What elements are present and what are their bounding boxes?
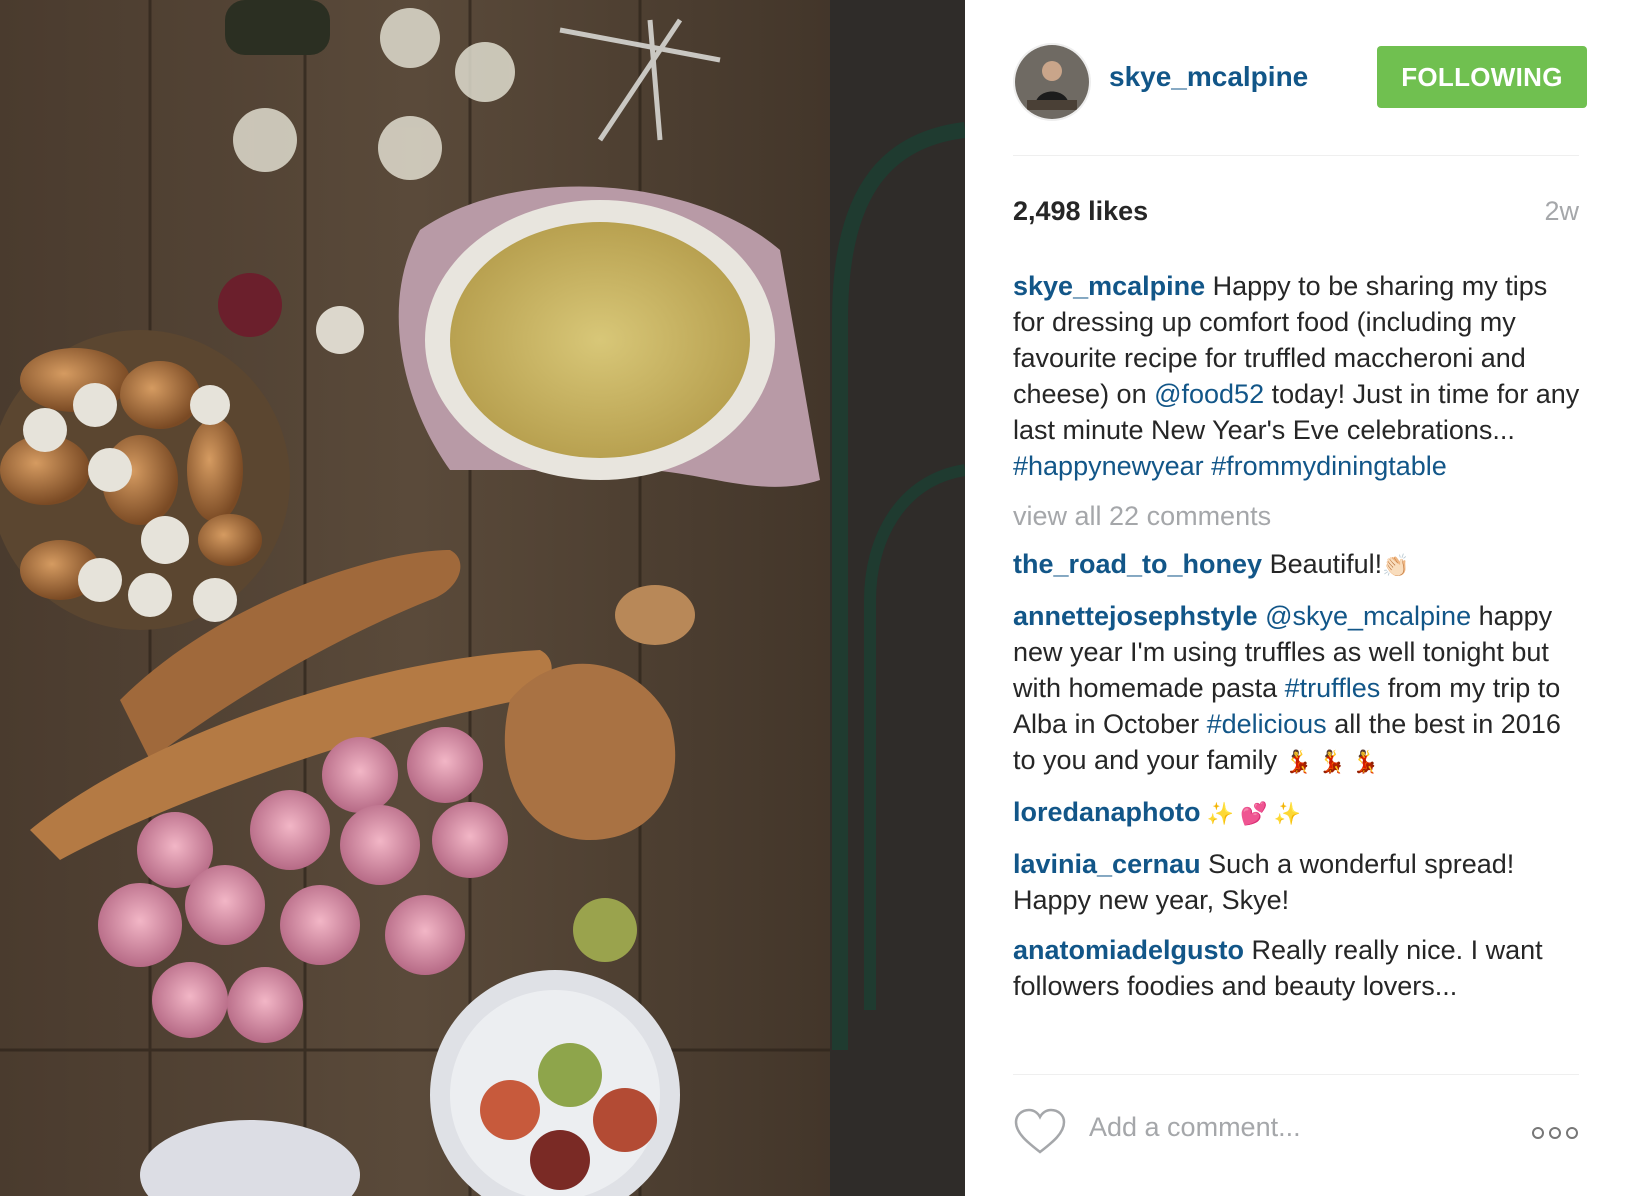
hashtag-link[interactable]: #happynewyear [1013, 451, 1204, 481]
sparkles-emoji-icon: ✨ 💕 ✨ [1200, 801, 1302, 826]
post-photo[interactable] [0, 0, 965, 1196]
comment-bar [1013, 1108, 1579, 1158]
clapping-hands-emoji-icon: 👏🏻 [1382, 553, 1410, 578]
comment-text: Beautiful! [1262, 549, 1383, 579]
comment-username-link[interactable]: annettejosephstyle [1013, 601, 1258, 631]
post-details-panel: skye_mcalpine FOLLOWING 2,498 likes 2w s… [965, 0, 1628, 1196]
post-header: skye_mcalpine FOLLOWING [1013, 43, 1587, 121]
comment-item: the_road_to_honey Beautiful!👏🏻 [1013, 546, 1583, 584]
mention-link[interactable]: @food52 [1154, 379, 1264, 409]
avatar[interactable] [1013, 43, 1091, 121]
caption-username-link[interactable]: skye_mcalpine [1013, 271, 1205, 301]
caption: skye_mcalpine Happy to be sharing my tip… [1013, 268, 1583, 484]
comment-username-link[interactable]: the_road_to_honey [1013, 549, 1262, 579]
comments-divider [1013, 1074, 1579, 1075]
more-options-icon[interactable] [1531, 1126, 1579, 1140]
view-all-comments-link[interactable]: view all 22 comments [1013, 498, 1583, 534]
following-button[interactable]: FOLLOWING [1377, 46, 1587, 108]
heart-icon[interactable] [1013, 1108, 1067, 1156]
hashtag-link[interactable]: #delicious [1207, 709, 1327, 739]
comment-username-link[interactable]: anatomiadelgusto [1013, 935, 1244, 965]
likes-count[interactable]: 2,498 likes [1013, 196, 1148, 227]
header-divider [1013, 155, 1579, 156]
mention-link[interactable]: @skye_mcalpine [1265, 601, 1471, 631]
add-comment-input[interactable] [1089, 1112, 1509, 1143]
post-time[interactable]: 2w [1544, 196, 1579, 227]
comment-item: anatomiadelgusto Really really nice. I w… [1013, 932, 1583, 1004]
comment-item: lavinia_cernau Such a wonderful spread! … [1013, 846, 1583, 918]
comment-item: loredanaphoto ✨ 💕 ✨ [1013, 794, 1583, 832]
comment-username-link[interactable]: lavinia_cernau [1013, 849, 1201, 879]
dancer-emoji-icon: 💃 💃 💃 [1284, 749, 1380, 774]
comment-username-link[interactable]: loredanaphoto [1013, 797, 1201, 827]
hashtag-link[interactable]: #frommydiningtable [1211, 451, 1447, 481]
comments-list[interactable]: skye_mcalpine Happy to be sharing my tip… [1013, 268, 1583, 1064]
hashtag-link[interactable]: #truffles [1285, 673, 1381, 703]
comment-item: annettejosephstyle @skye_mcalpine happy … [1013, 598, 1583, 780]
header-username-link[interactable]: skye_mcalpine [1109, 61, 1308, 93]
